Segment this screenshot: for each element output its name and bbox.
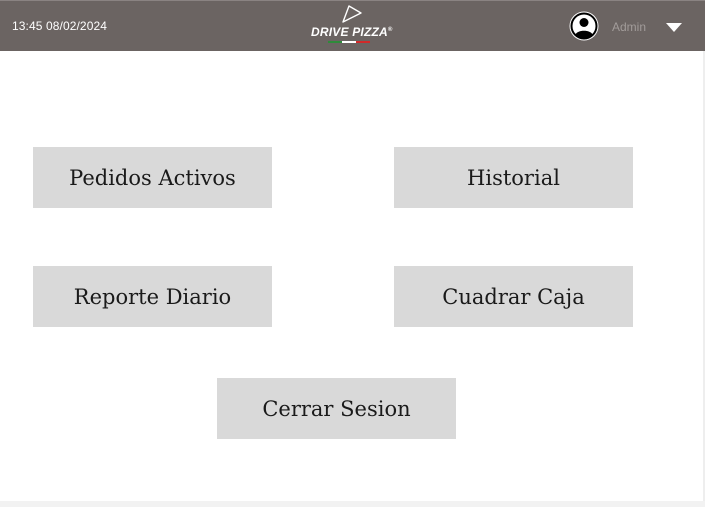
app-window: 13:45 08/02/2024 DRIVE PIZZA® Admin Pedi… — [0, 0, 705, 507]
drive-pizza-logo: DRIVE PIZZA® — [308, 4, 394, 46]
cuadrar-caja-button[interactable]: Cuadrar Caja — [394, 266, 633, 327]
pizza-slice-icon — [342, 5, 362, 23]
datetime-label: 13:45 08/02/2024 — [12, 19, 108, 33]
header-bar: 13:45 08/02/2024 DRIVE PIZZA® Admin — [0, 0, 705, 51]
caret-down-icon[interactable] — [666, 23, 682, 32]
window-edge-bottom — [0, 501, 705, 507]
user-name-label: Admin — [612, 20, 647, 34]
reporte-diario-button[interactable]: Reporte Diario — [33, 266, 272, 327]
italian-flag-stripe — [328, 41, 370, 43]
logo-text: DRIVE PIZZA® — [311, 25, 393, 39]
account-circle-icon[interactable] — [569, 11, 599, 41]
historial-button[interactable]: Historial — [394, 147, 633, 208]
pedidos-activos-button[interactable]: Pedidos Activos — [33, 147, 272, 208]
cerrar-sesion-button[interactable]: Cerrar Sesion — [217, 378, 456, 439]
